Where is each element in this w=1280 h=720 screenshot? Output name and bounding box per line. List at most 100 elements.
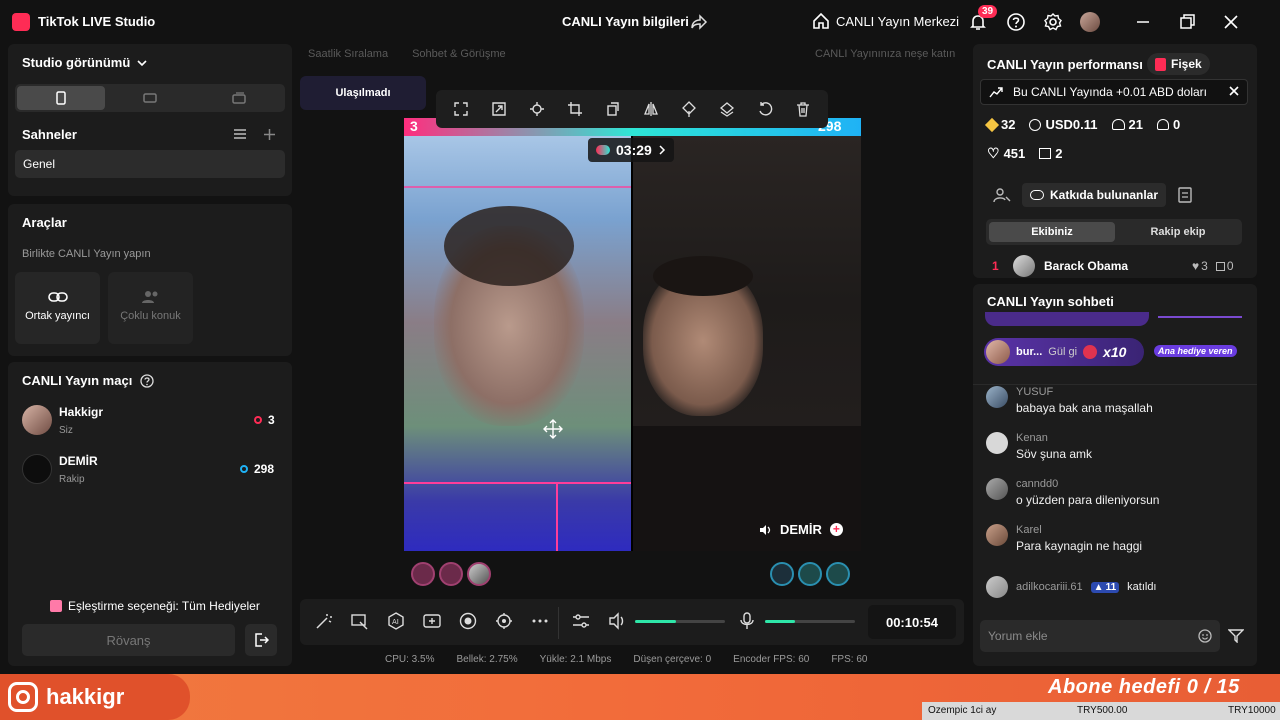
chat-avatar bbox=[986, 576, 1008, 598]
instagram-icon bbox=[8, 682, 38, 712]
gifts-stat: 2 bbox=[1039, 146, 1063, 161]
followers-value: 0 bbox=[1172, 117, 1181, 132]
add-scene-icon[interactable] bbox=[263, 128, 276, 141]
gift-box-icon bbox=[1215, 261, 1225, 271]
join-notice: adilkocariii.61 ▲ 11 katıldı bbox=[986, 576, 1246, 598]
send-backward-icon[interactable] bbox=[719, 101, 735, 117]
opponent-score: 298 bbox=[240, 462, 274, 476]
seat-icon[interactable] bbox=[411, 562, 435, 586]
unreached-button[interactable]: Ulaşılmadı bbox=[300, 76, 426, 110]
rose-icon bbox=[1083, 345, 1098, 359]
microphone-icon[interactable] bbox=[738, 612, 756, 630]
opponent-name: DEMİR bbox=[59, 454, 98, 468]
bring-forward-icon[interactable] bbox=[681, 101, 697, 117]
volume-icon[interactable] bbox=[608, 612, 626, 630]
chat-message[interactable]: canndd0 o yüzden para dileniyorsun bbox=[986, 478, 1246, 507]
tab-add-joy[interactable]: CANLI Yayınınıza neşe katın bbox=[815, 48, 955, 60]
chat-message[interactable]: Kenan Söv şuna amk bbox=[986, 432, 1246, 461]
multi-guest-button[interactable]: Çoklu konuk bbox=[108, 272, 193, 344]
chat-message[interactable]: Karel Para kaynagin ne haggi bbox=[986, 524, 1246, 553]
contributors-button[interactable]: Katkıda bulunanlar bbox=[1022, 183, 1167, 207]
battle-timer[interactable]: 03:29 bbox=[588, 138, 674, 162]
person-settings-icon[interactable] bbox=[993, 187, 1011, 203]
close-icon[interactable] bbox=[1221, 12, 1241, 32]
list-icon[interactable] bbox=[233, 128, 247, 140]
home-icon bbox=[813, 12, 829, 29]
volume-slider[interactable] bbox=[635, 620, 725, 623]
add-source-icon[interactable] bbox=[423, 612, 441, 630]
center-icon[interactable] bbox=[529, 101, 545, 117]
comment-input[interactable]: Yorum ekle bbox=[980, 620, 1220, 652]
audio-settings-icon[interactable] bbox=[572, 612, 590, 630]
guest-avatar[interactable] bbox=[770, 562, 794, 586]
target-icon[interactable] bbox=[495, 612, 513, 630]
minimize-icon[interactable] bbox=[1133, 12, 1153, 32]
live-match-panel bbox=[8, 362, 292, 666]
send-icon[interactable] bbox=[1228, 629, 1244, 643]
flip-horizontal-icon[interactable] bbox=[643, 101, 659, 117]
share-icon[interactable] bbox=[690, 13, 708, 31]
magic-wand-icon[interactable] bbox=[315, 612, 333, 630]
close-banner-icon[interactable] bbox=[1228, 85, 1240, 97]
pairing-option[interactable]: Eşleştirme seçeneği: Tüm Hediyeler bbox=[50, 599, 260, 613]
dual-layout-button[interactable] bbox=[195, 86, 283, 110]
stats-row-2: ♡ 451 2 bbox=[987, 145, 1063, 162]
tab-your-team[interactable]: Ekibiniz bbox=[989, 222, 1115, 242]
landscape-layout-button[interactable] bbox=[106, 86, 194, 110]
scene-item-genel[interactable]: Genel bbox=[15, 150, 285, 178]
chat-message[interactable]: YUSUF babaya bak ana maşallah bbox=[986, 386, 1246, 415]
top-contributor-name[interactable]: Barack Obama bbox=[1044, 259, 1128, 273]
mic-slider[interactable] bbox=[765, 620, 855, 623]
seat-icon[interactable] bbox=[798, 562, 822, 586]
firework-button[interactable]: Fişek bbox=[1147, 53, 1210, 75]
seat-icon[interactable] bbox=[826, 562, 850, 586]
firework-icon bbox=[1155, 57, 1166, 71]
join-text: katıldı bbox=[1127, 581, 1157, 593]
ai-icon[interactable]: AI bbox=[387, 612, 405, 630]
add-follow-icon[interactable]: + bbox=[829, 523, 843, 536]
my-avatar bbox=[22, 405, 52, 435]
people-icon bbox=[141, 291, 157, 303]
cloud-icon bbox=[1030, 190, 1044, 200]
trash-icon[interactable] bbox=[795, 101, 811, 117]
followers-stat: 0 bbox=[1156, 117, 1181, 132]
user-avatar[interactable] bbox=[1080, 12, 1100, 32]
gift-banner: bur... Gül gi x10 bbox=[984, 338, 1144, 366]
studio-view-dropdown[interactable]: Studio görünümü bbox=[22, 55, 148, 70]
expand-icon[interactable] bbox=[491, 101, 507, 117]
gift-sender-name: bur... bbox=[1016, 346, 1043, 358]
scenes-title: Sahneler bbox=[22, 127, 77, 142]
crop-icon[interactable] bbox=[567, 101, 583, 117]
tab-chat-call[interactable]: Sohbet & Görüşme bbox=[412, 48, 506, 60]
record-icon[interactable] bbox=[459, 612, 477, 630]
live-duration: 00:10:54 bbox=[868, 605, 956, 639]
emoji-icon[interactable] bbox=[1198, 629, 1212, 643]
restore-icon[interactable] bbox=[1177, 12, 1197, 32]
rematch-button[interactable]: Rövanş bbox=[22, 624, 235, 656]
live-center-button[interactable]: CANLI Yayın Merkezi bbox=[812, 12, 959, 30]
cohost-button[interactable]: Ortak yayıncı bbox=[15, 272, 100, 344]
speaker-icon[interactable] bbox=[758, 523, 772, 537]
stat-dropped: Düşen çerçeve: 0 bbox=[633, 654, 712, 665]
viewers-value: 21 bbox=[1128, 117, 1143, 132]
more-icon[interactable] bbox=[531, 612, 549, 630]
join-username: adilkocariii.61 bbox=[1016, 581, 1083, 593]
gear-icon[interactable] bbox=[1043, 12, 1063, 32]
exit-match-button[interactable] bbox=[245, 624, 277, 656]
help-icon[interactable] bbox=[140, 373, 154, 388]
live-info-title[interactable]: CANLI Yayın bilgileri bbox=[562, 14, 689, 29]
tab-rival-team[interactable]: Rakip ekip bbox=[1115, 222, 1241, 242]
rotate-icon[interactable] bbox=[605, 101, 621, 117]
portrait-layout-button[interactable] bbox=[17, 86, 105, 110]
undo-icon[interactable] bbox=[757, 101, 773, 117]
tab-hourly-ranking[interactable]: Saatlik Sıralama bbox=[308, 48, 388, 60]
screen-share-icon[interactable] bbox=[351, 612, 369, 630]
fit-icon[interactable] bbox=[453, 101, 469, 117]
help-icon[interactable] bbox=[1006, 12, 1026, 32]
level-icon: ▲ bbox=[1093, 581, 1104, 593]
guest-avatar[interactable] bbox=[467, 562, 491, 586]
my-score: 3 bbox=[254, 413, 275, 427]
seat-icon[interactable] bbox=[439, 562, 463, 586]
move-icon[interactable] bbox=[543, 419, 563, 439]
document-icon[interactable] bbox=[1178, 187, 1192, 203]
